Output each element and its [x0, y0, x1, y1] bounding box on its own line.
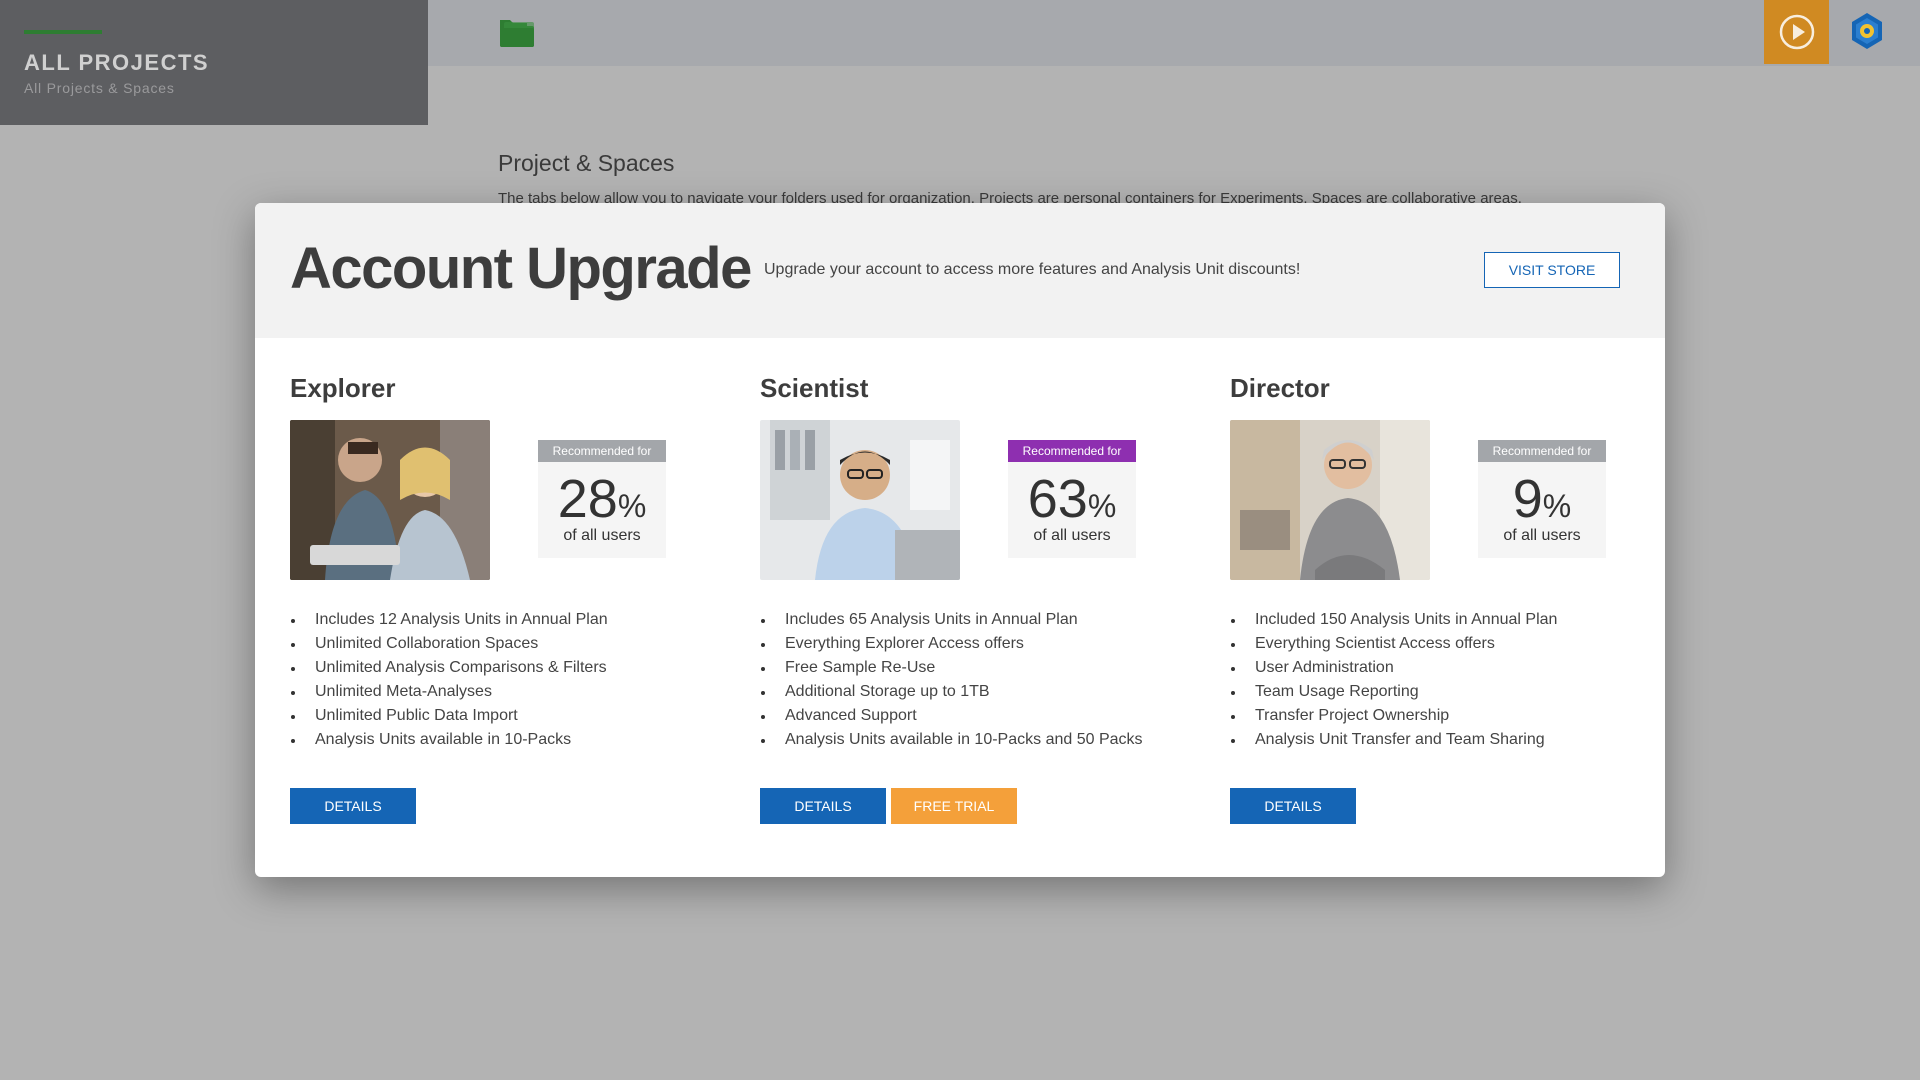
- director-photo: [1230, 420, 1430, 580]
- top-bar: [428, 0, 1920, 66]
- explorer-details-button[interactable]: DETAILS: [290, 788, 416, 824]
- stat-percent: 9%: [1512, 469, 1572, 529]
- plan-explorer: Explorer Recommended for 28% of all user…: [290, 373, 730, 824]
- sidebar-subtitle: All Projects & Spaces: [24, 80, 175, 96]
- folder-icon[interactable]: [498, 16, 536, 48]
- recommended-badge: Recommended for: [1008, 440, 1136, 462]
- list-item: Analysis Units available in 10-Packs: [290, 728, 730, 752]
- page-heading: Project & Spaces: [498, 150, 675, 176]
- director-details-button[interactable]: DETAILS: [1230, 788, 1356, 824]
- list-item: Included 150 Analysis Units in Annual Pl…: [1230, 608, 1665, 632]
- stat-percent: 28%: [557, 469, 647, 529]
- feature-list: Includes 65 Analysis Units in Annual Pla…: [760, 608, 1200, 752]
- scientist-details-button[interactable]: DETAILS: [760, 788, 886, 824]
- plan-name: Director: [1230, 373, 1330, 403]
- sidebar-title[interactable]: ALL PROJECTS: [24, 50, 404, 76]
- visit-store-button[interactable]: VISIT STORE: [1484, 252, 1620, 288]
- stat-box: Recommended for 9% of all users: [1478, 440, 1606, 558]
- plan-director: Director Recommended for 9% of all users: [1230, 373, 1665, 824]
- stat-subtitle: of all users: [1503, 527, 1581, 544]
- sidebar-header: ALL PROJECTS All Projects & Spaces: [0, 0, 428, 125]
- recommended-badge: Recommended for: [1478, 440, 1606, 462]
- page-description: The tabs below allow you to navigate you…: [498, 190, 1522, 204]
- list-item: Free Sample Re-Use: [760, 656, 1200, 680]
- list-item: Unlimited Public Data Import: [290, 704, 730, 728]
- list-item: Everything Scientist Access offers: [1230, 632, 1665, 656]
- list-item: Includes 12 Analysis Units in Annual Pla…: [290, 608, 730, 632]
- stat-box: Recommended for 28% of all users: [538, 440, 666, 558]
- app-logo-icon[interactable]: [1848, 12, 1886, 50]
- scientist-photo: [760, 420, 960, 580]
- list-item: User Administration: [1230, 656, 1665, 680]
- play-circle-icon: [1779, 14, 1814, 50]
- modal-description: Upgrade your account to access more feat…: [764, 261, 1301, 278]
- list-item: Transfer Project Ownership: [1230, 704, 1665, 728]
- plan-name: Explorer: [290, 373, 396, 403]
- list-item: Additional Storage up to 1TB: [760, 680, 1200, 704]
- play-button[interactable]: [1764, 0, 1829, 64]
- plan-scientist: Scientist Recommended for 63% of all use…: [760, 373, 1200, 824]
- modal-title: Account Upgrade: [290, 236, 752, 301]
- feature-list: Included 150 Analysis Units in Annual Pl…: [1230, 608, 1665, 752]
- stat-percent: 63%: [1027, 469, 1117, 529]
- list-item: Includes 65 Analysis Units in Annual Pla…: [760, 608, 1200, 632]
- list-item: Unlimited Meta-Analyses: [290, 680, 730, 704]
- free-trial-button[interactable]: FREE TRIAL: [891, 788, 1017, 824]
- modal-header: Account Upgrade Upgrade your account to …: [255, 203, 1665, 338]
- list-item: Unlimited Analysis Comparisons & Filters: [290, 656, 730, 680]
- explorer-photo: [290, 420, 490, 580]
- plan-name: Scientist: [760, 373, 869, 403]
- list-item: Analysis Unit Transfer and Team Sharing: [1230, 728, 1665, 752]
- list-item: Unlimited Collaboration Spaces: [290, 632, 730, 656]
- list-item: Advanced Support: [760, 704, 1200, 728]
- feature-list: Includes 12 Analysis Units in Annual Pla…: [290, 608, 730, 752]
- list-item: Analysis Units available in 10-Packs and…: [760, 728, 1200, 752]
- sidebar-accent-bar: [24, 30, 102, 34]
- list-item: Everything Explorer Access offers: [760, 632, 1200, 656]
- stat-box: Recommended for 63% of all users: [1008, 440, 1136, 558]
- list-item: Team Usage Reporting: [1230, 680, 1665, 704]
- account-upgrade-modal: Account Upgrade Upgrade your account to …: [255, 203, 1665, 877]
- recommended-badge: Recommended for: [538, 440, 666, 462]
